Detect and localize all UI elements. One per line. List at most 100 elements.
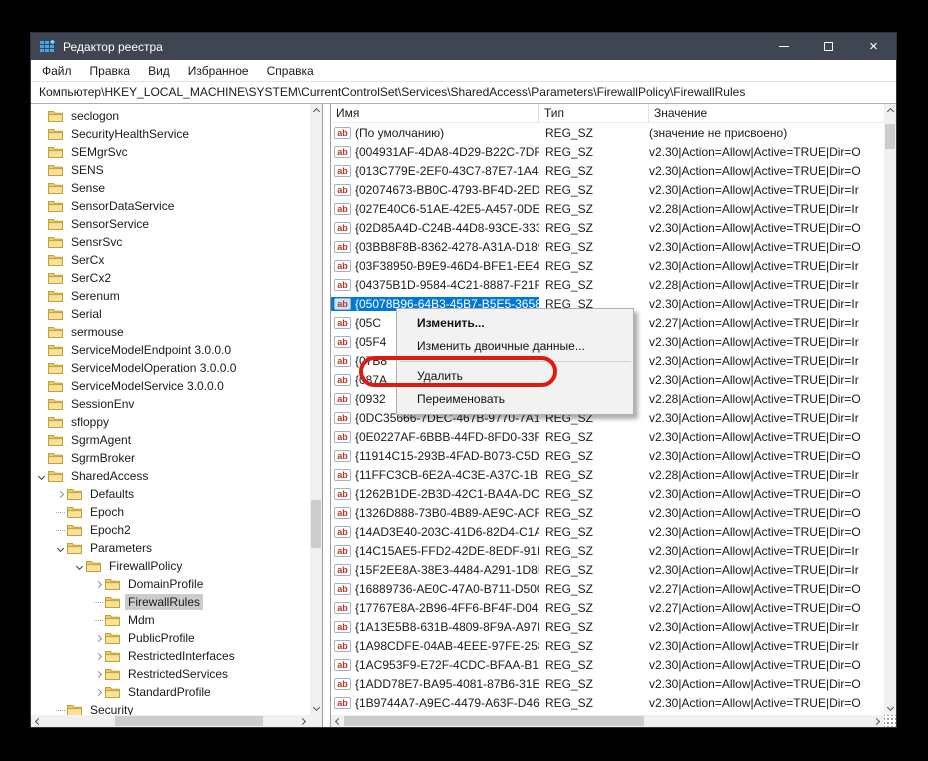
maximize-button[interactable] [806,33,851,60]
tree-item[interactable]: SgrmAgent [31,431,310,449]
value-name-cell[interactable]: ab{16889736-AE0C-47A0-B711-D500... [331,582,539,596]
tree-item[interactable]: Sense [31,179,310,197]
value-row[interactable]: ab{027E40C6-51AE-42E5-A457-0DE1...REG_SZ… [331,199,884,218]
value-name-cell[interactable]: ab{14C15AE5-FFD2-42DE-8EDF-91B3... [331,544,539,558]
value-row[interactable]: ab{03F38950-B9E9-46D4-BFE1-EE418...REG_S… [331,256,884,275]
value-row[interactable]: ab{1A13E5B8-631B-4809-8F9A-A97E...REG_SZ… [331,617,884,636]
menu-favorites[interactable]: Избранное [179,61,258,81]
value-row[interactable]: ab{17767E8A-2B96-4FF6-BF4F-D042D...REG_S… [331,598,884,617]
value-name-cell[interactable]: ab{1A98CDFE-04AB-4EEE-97FE-2581... [331,639,539,653]
value-name-cell[interactable]: ab{04375B1D-9584-4C21-8887-F21F3... [331,278,539,292]
value-name-cell[interactable]: ab{1ADD78E7-BA95-4081-87B6-31E6... [331,677,539,691]
tree-item[interactable]: SerCx2 [31,269,310,287]
value-row[interactable]: ab{1326D888-73B0-4B89-AE9C-ACF6...REG_SZ… [331,503,884,522]
value-name-cell[interactable]: ab{004931AF-4DA8-4D29-B22C-7DFF... [331,145,539,159]
tree-vertical-scrollbar[interactable] [310,104,322,715]
tree-item[interactable]: RestrictedInterfaces [31,647,310,665]
close-button[interactable]: × [851,33,896,60]
address-bar[interactable]: Компьютер\HKEY_LOCAL_MACHINE\SYSTEM\Curr… [31,82,896,104]
chevron-down-icon[interactable] [57,544,64,551]
value-name-cell[interactable]: ab{03BB8F8B-8362-4278-A31A-D189... [331,240,539,254]
column-header-name[interactable]: Имя [331,104,539,122]
tree-item[interactable]: SENS [31,161,310,179]
value-row[interactable]: ab{16889736-AE0C-47A0-B711-D500...REG_SZ… [331,579,884,598]
tree-horizontal-scrollbar[interactable] [31,715,310,727]
tree-hscroll-thumb[interactable] [115,716,263,726]
value-row[interactable]: ab{1A98CDFE-04AB-4EEE-97FE-2581...REG_SZ… [331,636,884,655]
tree-item[interactable]: SensrSvc [31,233,310,251]
value-row[interactable]: ab{04375B1D-9584-4C21-8887-F21F3...REG_S… [331,275,884,294]
value-row[interactable]: ab{15F2EE8A-38E3-4484-A291-1D8F8...REG_S… [331,560,884,579]
scroll-up-arrow[interactable] [884,104,896,116]
chevron-right-icon[interactable] [57,490,64,497]
value-name-cell[interactable]: ab{1AC953F9-E72F-4CDC-BFAA-B18... [331,658,539,672]
value-row[interactable]: ab{11FFC3CB-6E2A-4C3E-A37C-1BE2...REG_SZ… [331,465,884,484]
chevron-right-icon[interactable] [95,634,102,641]
chevron-down-icon[interactable] [76,562,83,569]
tree-item[interactable]: Serial [31,305,310,323]
tree-item[interactable]: Defaults [31,485,310,503]
menu-view[interactable]: Вид [139,61,179,81]
tree-item[interactable]: Serenum [31,287,310,305]
value-name-cell[interactable]: ab{1262B1DE-2B3D-42C1-BA4A-DCB... [331,487,539,501]
scroll-down-arrow[interactable] [310,703,322,715]
value-name-cell[interactable]: ab{14AD3E40-203C-41D6-82D4-C1A... [331,525,539,539]
value-name-cell[interactable]: ab{11FFC3CB-6E2A-4C3E-A37C-1BE2... [331,468,539,482]
value-row[interactable]: ab{03BB8F8B-8362-4278-A31A-D189...REG_SZ… [331,237,884,256]
value-row[interactable]: ab(По умолчанию)REG_SZ(значение не присв… [331,123,884,142]
tree-item[interactable]: Security [31,701,310,715]
menu-help[interactable]: Справка [258,61,323,81]
value-name-cell[interactable]: ab{15F2EE8A-38E3-4484-A291-1D8F8... [331,563,539,577]
value-name-cell[interactable]: ab{0E0227AF-6BBB-44FD-8FD0-33FF... [331,430,539,444]
value-row[interactable]: ab{004931AF-4DA8-4D29-B22C-7DFF...REG_SZ… [331,142,884,161]
value-name-cell[interactable]: ab{1A13E5B8-631B-4809-8F9A-A97E... [331,620,539,634]
context-menu-item-generic[interactable]: Изменить двоичные данные... [397,335,633,358]
scroll-right-arrow[interactable] [872,715,884,727]
value-row[interactable]: ab{1AC953F9-E72F-4CDC-BFAA-B18...REG_SZv… [331,655,884,674]
list-horizontal-scrollbar[interactable] [331,715,884,727]
tree-item[interactable]: ServiceModelService 3.0.0.0 [31,377,310,395]
tree-item[interactable]: SessionEnv [31,395,310,413]
minimize-button[interactable] [761,33,806,60]
value-name-cell[interactable]: ab{027E40C6-51AE-42E5-A457-0DE1... [331,202,539,216]
value-name-cell[interactable]: ab{013C779E-2EF0-43C7-87E7-1A436... [331,164,539,178]
value-name-cell[interactable]: ab{1B9744A7-A9EC-4479-A63F-D467... [331,696,539,710]
tree-item[interactable]: Mdm [31,611,310,629]
value-row[interactable]: ab{02074673-BB0C-4793-BF4D-2ED9...REG_SZ… [331,180,884,199]
resize-grip[interactable] [884,715,896,727]
chevron-right-icon[interactable] [95,580,102,587]
column-header-type[interactable]: Тип [539,104,649,122]
value-row[interactable]: ab{02D85A4D-C24B-44D8-93CE-3331...REG_SZ… [331,218,884,237]
tree-item[interactable]: seclogon [31,107,310,125]
tree-item[interactable]: SerCx [31,251,310,269]
context-menu-item-modify[interactable]: Изменить... [397,312,633,335]
title-bar[interactable]: Редактор реестра × [31,33,896,60]
value-row[interactable]: ab{14C15AE5-FFD2-42DE-8EDF-91B3...REG_SZ… [331,541,884,560]
tree-item[interactable]: Epoch [31,503,310,521]
value-name-cell[interactable]: ab{02074673-BB0C-4793-BF4D-2ED9... [331,183,539,197]
tree-item[interactable]: SharedAccess [31,467,310,485]
tree-item[interactable]: sfloppy [31,413,310,431]
value-name-cell[interactable]: ab{11914C15-293B-4FAD-B073-C5DE... [331,449,539,463]
value-row[interactable]: ab{1ADD78E7-BA95-4081-87B6-31E6...REG_SZ… [331,674,884,693]
tree-item[interactable]: StandardProfile [31,683,310,701]
context-menu-item-generic[interactable]: Переименовать [397,388,633,411]
value-row[interactable]: ab{013C779E-2EF0-43C7-87E7-1A436...REG_S… [331,161,884,180]
value-row[interactable]: ab{1262B1DE-2B3D-42C1-BA4A-DCB...REG_SZv… [331,484,884,503]
scroll-up-arrow[interactable] [310,104,322,116]
tree-item[interactable]: ServiceModelEndpoint 3.0.0.0 [31,341,310,359]
list-hscroll-thumb[interactable] [344,716,644,726]
tree-item[interactable]: SecurityHealthService [31,125,310,143]
tree-item[interactable]: RestrictedServices [31,665,310,683]
scroll-left-arrow[interactable] [331,715,343,727]
scroll-right-arrow[interactable] [298,715,310,727]
tree-item[interactable]: DomainProfile [31,575,310,593]
value-name-cell[interactable]: ab{17767E8A-2B96-4FF6-BF4F-D042D... [331,601,539,615]
tree-item[interactable]: PublicProfile [31,629,310,647]
tree-item[interactable]: Parameters [31,539,310,557]
scroll-left-arrow[interactable] [31,715,43,727]
value-row[interactable]: ab{11914C15-293B-4FAD-B073-C5DE...REG_SZ… [331,446,884,465]
tree-item[interactable]: Epoch2 [31,521,310,539]
list-vertical-scrollbar[interactable] [884,104,896,715]
menu-edit[interactable]: Правка [81,61,140,81]
